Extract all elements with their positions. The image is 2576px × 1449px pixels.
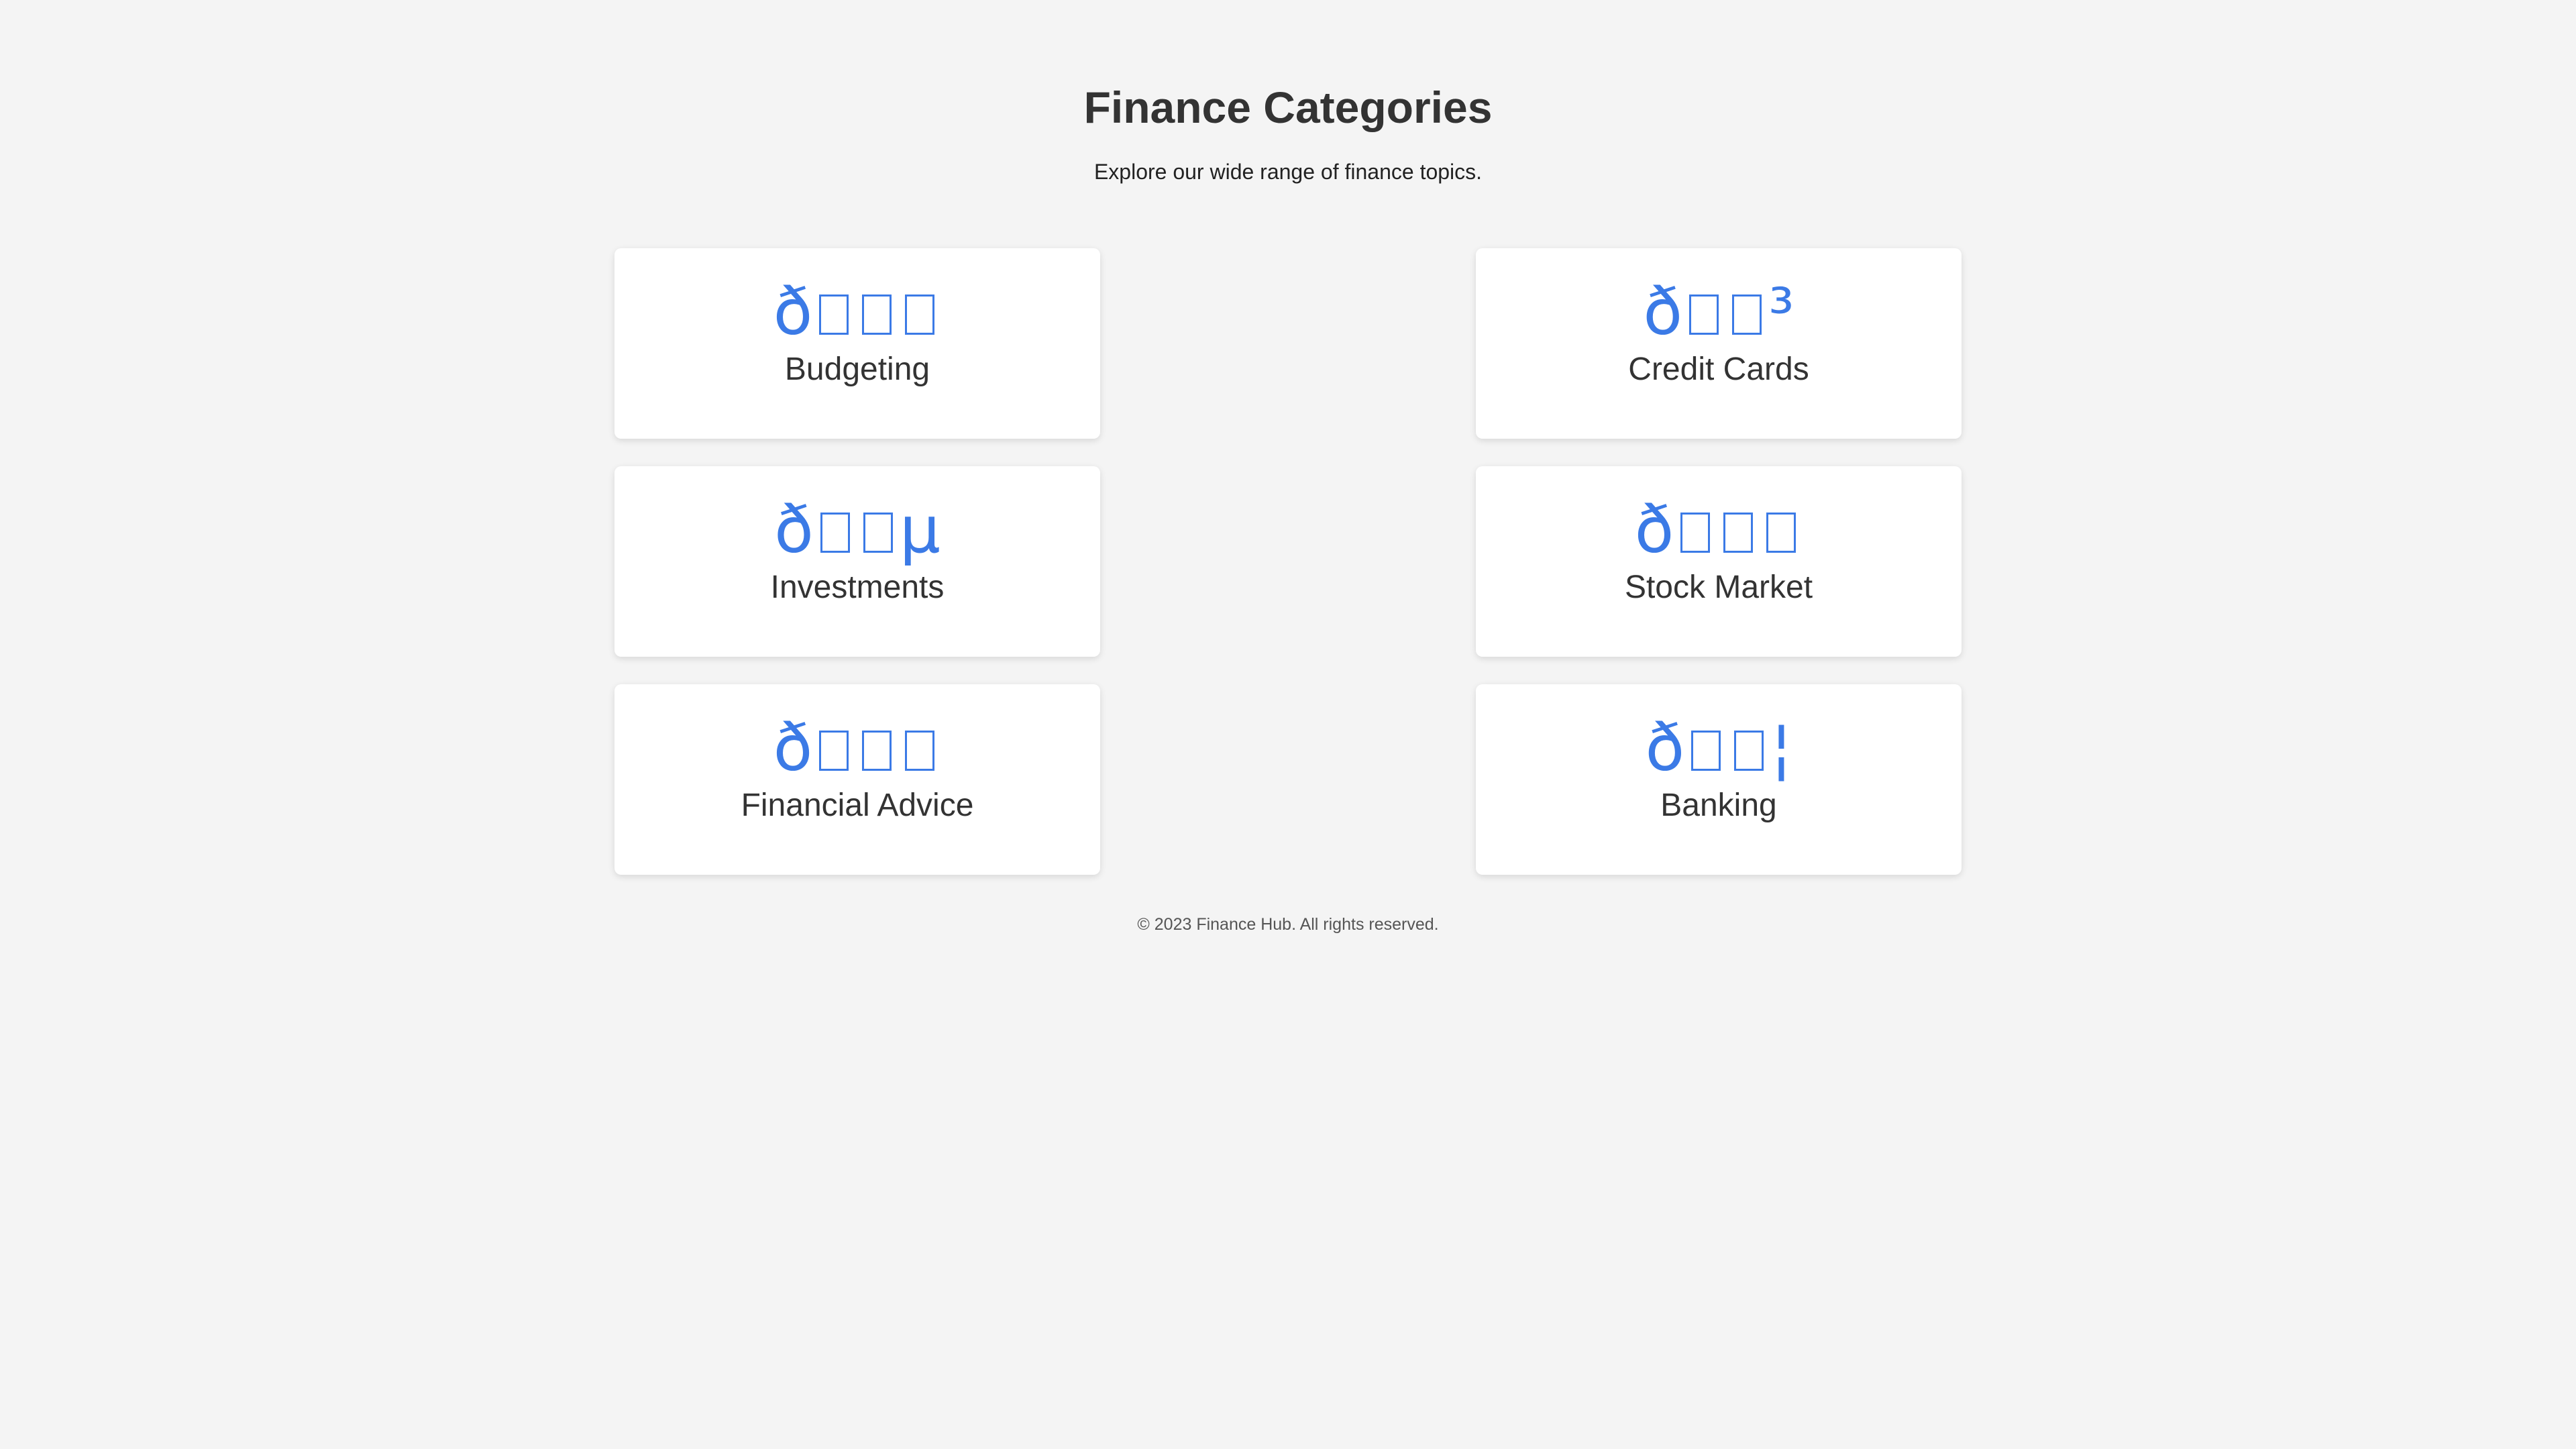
page-subtitle: Explore our wide range of finance topics… — [1093, 160, 1483, 184]
icon-suffix-glyph: ³ — [1768, 274, 1794, 350]
icon-suffix-glyph: µ — [899, 492, 941, 568]
icon-prefix-glyph: ð — [1634, 492, 1674, 568]
icon-prefix-glyph: ð — [1645, 710, 1685, 786]
category-card-banking[interactable]: ð ¦ Banking — [1476, 684, 1962, 875]
missing-glyph-box — [1723, 513, 1754, 553]
category-label: Credit Cards — [1628, 352, 1809, 387]
missing-glyph-box — [1732, 294, 1762, 335]
missing-glyph-box — [1689, 294, 1719, 335]
category-label: Financial Advice — [741, 788, 974, 823]
bank-icon: ð ¦ — [1645, 714, 1792, 782]
category-card-investments[interactable]: ðµ Investments — [614, 466, 1100, 657]
investment-icon: ðµ — [774, 496, 941, 564]
stock-chart-icon: ð — [1635, 496, 1803, 564]
missing-glyph-box — [862, 731, 892, 771]
category-card-stock-market[interactable]: ð Stock Market — [1476, 466, 1962, 657]
missing-glyph-box — [819, 294, 849, 335]
missing-glyph-box — [1734, 731, 1764, 771]
icon-prefix-glyph: ð — [1643, 274, 1683, 350]
icon-prefix-glyph: ð — [773, 710, 813, 786]
category-label: Budgeting — [784, 352, 930, 387]
credit-card-icon: ð³ — [1643, 278, 1794, 345]
missing-glyph-box — [1766, 513, 1796, 553]
category-label: Investments — [770, 570, 945, 605]
page-title: Finance Categories — [1083, 83, 1493, 132]
category-label: Stock Market — [1624, 570, 1813, 605]
missing-glyph-box — [819, 731, 849, 771]
missing-glyph-box — [862, 294, 892, 335]
missing-glyph-box — [905, 731, 935, 771]
category-card-credit-cards[interactable]: ð³ Credit Cards — [1476, 248, 1962, 439]
missing-glyph-box — [820, 513, 850, 553]
missing-glyph-box — [863, 513, 893, 553]
category-card-financial-advice[interactable]: ð Financial Advice — [614, 684, 1100, 875]
category-label: Banking — [1660, 788, 1777, 823]
advice-icon: ð — [773, 714, 942, 782]
footer-copyright: © 2023 Finance Hub. All rights reserved. — [1137, 915, 1439, 934]
missing-glyph-box — [1691, 731, 1721, 771]
missing-glyph-box — [1680, 513, 1711, 553]
budget-icon: ð — [773, 278, 942, 345]
category-card-budgeting[interactable]: ð Budgeting — [614, 248, 1100, 439]
icon-prefix-glyph: ð — [774, 492, 814, 568]
category-grid: ð Budgeting ð³ Credit Cards ðµ Investmen… — [614, 248, 1962, 875]
missing-glyph-box — [905, 294, 935, 335]
icon-suffix-glyph: ¦ — [1770, 710, 1792, 786]
icon-prefix-glyph: ð — [773, 274, 813, 350]
